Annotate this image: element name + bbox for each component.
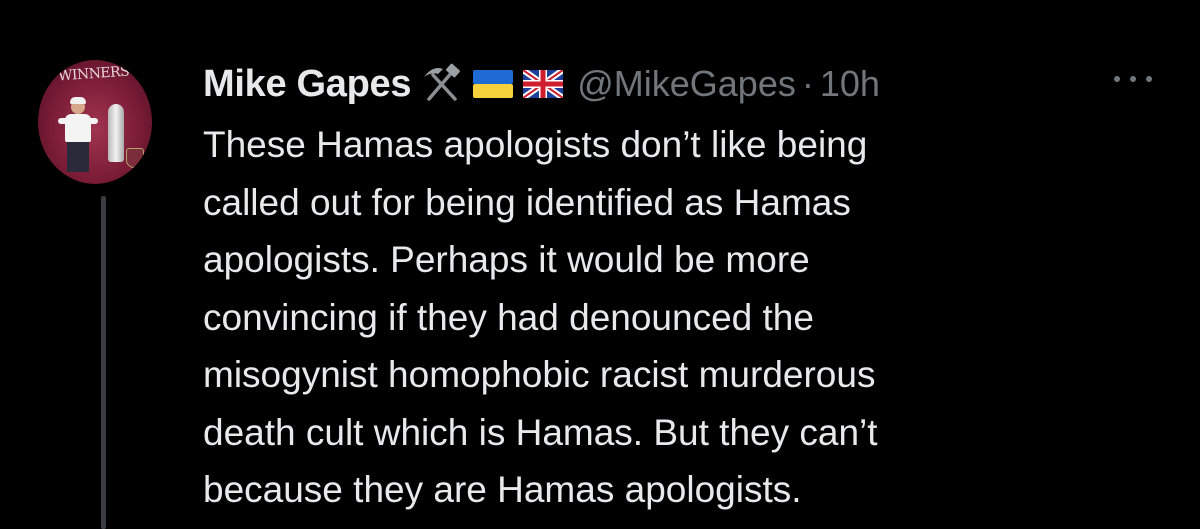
tweet-text-line: convincing if they had denounced the: [203, 296, 814, 338]
hammer-and-pick-icon: [421, 63, 463, 105]
tweet-header: Mike Gapes @MikeGapes · 10h: [203, 60, 880, 108]
thread-line: [101, 196, 106, 529]
person-legs: [67, 142, 89, 172]
tweet-text-line: because they are Hamas apologists.: [203, 469, 802, 510]
more-dot: [1130, 76, 1136, 82]
tweet-text-line: apologists. Perhaps it would be more: [203, 239, 810, 280]
tweet-text-line: death cult which is Hamas. But they can’…: [203, 411, 878, 453]
tweet-text-line: misogynist homophobic racist murderous: [203, 354, 876, 395]
trophy-shape: [108, 104, 124, 162]
avatar[interactable]: WINNERS: [38, 60, 152, 184]
user-handle[interactable]: @MikeGapes: [577, 63, 796, 105]
tweet-text: These Hamas apologists don’t like being …: [203, 116, 1103, 519]
more-dot: [1146, 76, 1152, 82]
tweet[interactable]: WINNERS Mike Gapes @MikeGapes · 10h Thes…: [0, 0, 1200, 529]
tweet-text-line: These Hamas apologists don’t like being: [203, 124, 868, 165]
timestamp[interactable]: 10h: [820, 63, 880, 105]
person-arms: [58, 118, 98, 124]
more-horizontal-icon[interactable]: [1108, 68, 1158, 90]
avatar-banner-text: WINNERS: [57, 63, 130, 85]
separator-dot: ·: [801, 63, 814, 104]
ukraine-flag-icon: [473, 70, 514, 98]
tweet-text-line: called out for being identified as Hamas: [203, 181, 851, 223]
uk-flag-icon: [523, 70, 564, 98]
person-cap: [70, 97, 86, 104]
display-name[interactable]: Mike Gapes: [203, 63, 412, 106]
more-dot: [1114, 76, 1120, 82]
club-crest: [126, 148, 144, 168]
